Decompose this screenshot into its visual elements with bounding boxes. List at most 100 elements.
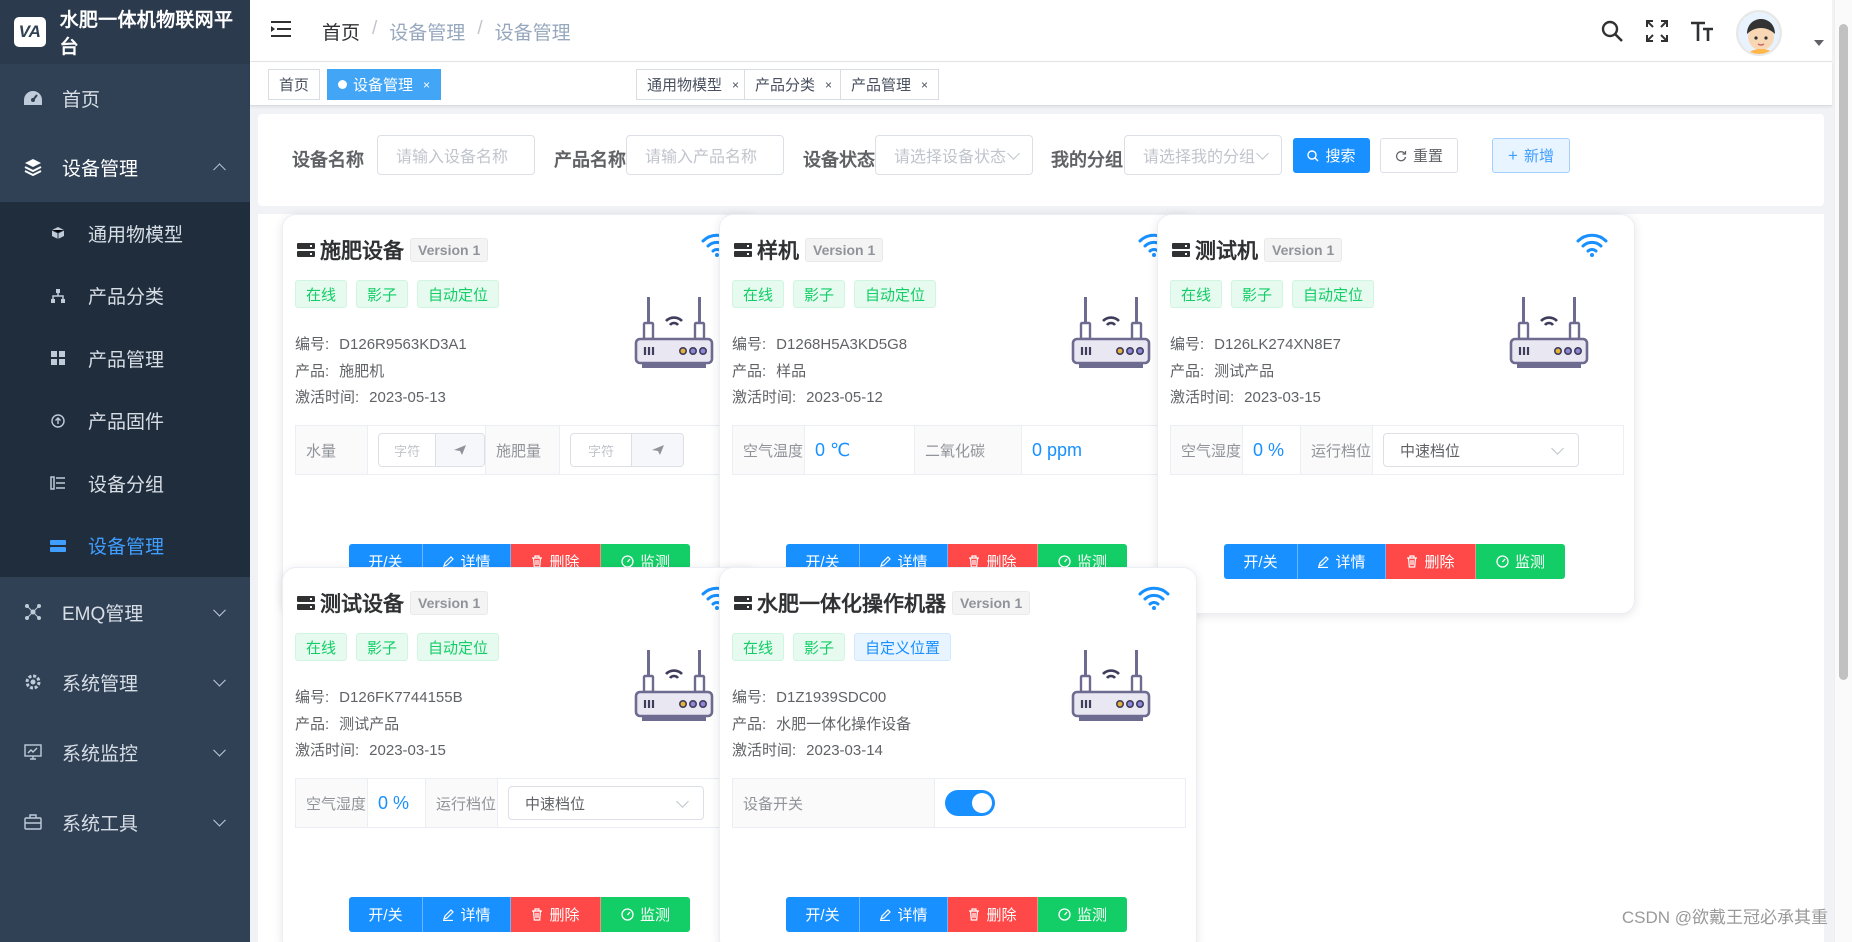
sidebar-item-emq[interactable]: EMQ管理 [0,577,250,647]
placeholder: 请选择我的分组 [1143,149,1256,166]
sidebar-item-product-management[interactable]: 产品管理 [0,327,250,390]
trash-icon [532,908,543,921]
sidebar-item-product-category[interactable]: 产品分类 [0,265,250,328]
product-name-input[interactable]: 请输入产品名称 [626,135,784,175]
sidebar-item-system-monitor[interactable]: 系统监控 [0,717,250,787]
avatar[interactable] [1736,10,1782,56]
sidebar-item-home[interactable]: 首页 [0,64,250,132]
search-button-label: 搜索 [1325,148,1356,165]
sidebar-item-label: 系统监控 [62,743,139,765]
menu-toggle-icon[interactable] [270,20,292,42]
tab-product-category[interactable]: 产品分类 × [744,69,844,100]
device-card[interactable]: 测试设备 Version 1 在线 影子 自动定位 编号: D126FK77441… [282,567,760,942]
tree-icon [50,288,66,303]
device-card[interactable]: 水肥一体化操作机器 Version 1 在线 影子 自定义位置 编号: D1Z19… [719,567,1197,942]
device-status-label: 设备状态 [803,150,875,170]
detail-button[interactable]: 详情 [423,897,511,932]
fullscreen-icon[interactable] [1646,20,1668,46]
sidebar-item-product-firmware[interactable]: 产品固件 [0,390,250,453]
search-button[interactable]: 搜索 [1293,138,1370,173]
property-table: 设备开关 [732,778,1186,828]
water-amount-input[interactable]: 字符 [378,433,485,467]
send-icon[interactable] [631,434,683,466]
power-toggle-button[interactable]: 开/关 [1224,544,1298,579]
device-card[interactable]: 测试机 Version 1 在线 影子 自动定位 编号: D126LK274XN8… [1157,214,1635,614]
router-icon [1070,646,1152,730]
property-select-cell: 中速档位 [498,779,748,827]
sidebar-item-device-management[interactable]: 设备管理 [0,132,250,202]
logo[interactable]: VA 水肥一体机物联网平台 [0,0,250,64]
property-label: 设备开关 [733,779,935,827]
sidebar-item-device-list[interactable]: 设备管理 [0,515,250,578]
grid-icon [50,351,66,366]
sidebar-item-system-tools[interactable]: 系统工具 [0,787,250,857]
run-gear-select[interactable]: 中速档位 [1383,433,1579,467]
close-icon[interactable]: × [423,78,430,92]
property-label: 运行档位 [1301,426,1373,474]
delete-button[interactable]: 删除 [511,897,601,932]
version-badge: Version 1 [410,591,489,615]
monitor-button[interactable]: 监测 [1038,897,1127,932]
sidebar-item-label: EMQ管理 [62,603,144,625]
reset-button[interactable]: 重置 [1380,138,1458,173]
device-power-switch[interactable] [945,790,995,816]
breadcrumb-home[interactable]: 首页 [322,18,360,45]
device-name[interactable]: 测试机 [1195,235,1258,265]
font-size-icon[interactable] [1690,20,1714,46]
tab-label: 设备管理 [353,77,414,94]
tab-device-management[interactable]: 设备管理 × [327,69,442,100]
detail-button[interactable]: 详情 [1298,544,1386,579]
tab-label: 通用物模型 [647,77,723,94]
fertilizer-amount-input[interactable]: 字符 [570,433,684,467]
close-icon[interactable]: × [732,78,739,92]
property-value: 0 ℃ [805,426,915,474]
search-icon[interactable] [1600,19,1624,47]
router-icon [633,293,715,377]
cube-icon [50,226,66,240]
device-code: D126FK7744155B [339,689,463,706]
power-toggle-button[interactable]: 开/关 [349,897,423,932]
caret-down-icon[interactable] [1814,40,1824,46]
device-card[interactable]: 样机 Version 1 在线 影子 自动定位 编号: D1268H5A3KD5G… [719,214,1197,614]
sidebar-item-system-management[interactable]: 系统管理 [0,647,250,717]
device-title: 测试设备 Version 1 [297,588,489,618]
scrollbar-thumb[interactable] [1839,24,1848,680]
close-icon[interactable]: × [825,78,832,92]
sidebar-item-label: 产品管理 [88,349,165,371]
add-button[interactable]: + 新增 [1492,138,1570,173]
router-icon [1508,293,1590,377]
page-scrollbar[interactable] [1834,0,1852,942]
shadow-badge: 影子 [793,633,846,661]
breadcrumb-current: 设备管理 [494,23,571,44]
monitor-button[interactable]: 监测 [1476,544,1565,579]
monitor-button[interactable]: 监测 [601,897,690,932]
detail-label: 详情 [1335,554,1366,571]
device-name-input[interactable]: 请输入设备名称 [377,135,535,175]
activation-time: 2023-03-15 [1244,389,1321,406]
device-name[interactable]: 样机 [757,235,799,265]
status-tags: 在线 影子 自定义位置 [732,633,952,661]
close-icon[interactable]: × [921,78,928,92]
delete-button[interactable]: 删除 [1386,544,1476,579]
device-name[interactable]: 水肥一体化操作机器 [757,588,946,618]
device-name-label: 设备名称 [292,150,364,170]
device-status-select[interactable]: 请选择设备状态 [875,135,1033,175]
my-group-select[interactable]: 请选择我的分组 [1124,135,1282,175]
tab-home[interactable]: 首页 [268,69,321,100]
tab-thing-model[interactable]: 通用物模型 × [636,69,751,100]
device-title: 施肥设备 Version 1 [297,235,489,265]
device-card[interactable]: 施肥设备 Version 1 在线 影子 自动定位 编号: D126R9563KD… [282,214,760,614]
detail-button[interactable]: 详情 [860,897,948,932]
sidebar-item-thing-model[interactable]: 通用物模型 [0,202,250,265]
trash-icon [1407,555,1418,568]
sidebar-item-device-group[interactable]: 设备分组 [0,452,250,515]
tab-product-management[interactable]: 产品管理 × [840,69,940,100]
device-name[interactable]: 测试设备 [320,588,404,618]
run-gear-select[interactable]: 中速档位 [508,786,704,820]
device-name[interactable]: 施肥设备 [320,235,404,265]
delete-button[interactable]: 删除 [948,897,1038,932]
send-icon[interactable] [435,434,484,466]
breadcrumb: 首页 / 设备管理 / 设备管理 [322,18,571,45]
power-toggle-button[interactable]: 开/关 [786,897,860,932]
activated-label: 激活时间: [295,742,360,759]
